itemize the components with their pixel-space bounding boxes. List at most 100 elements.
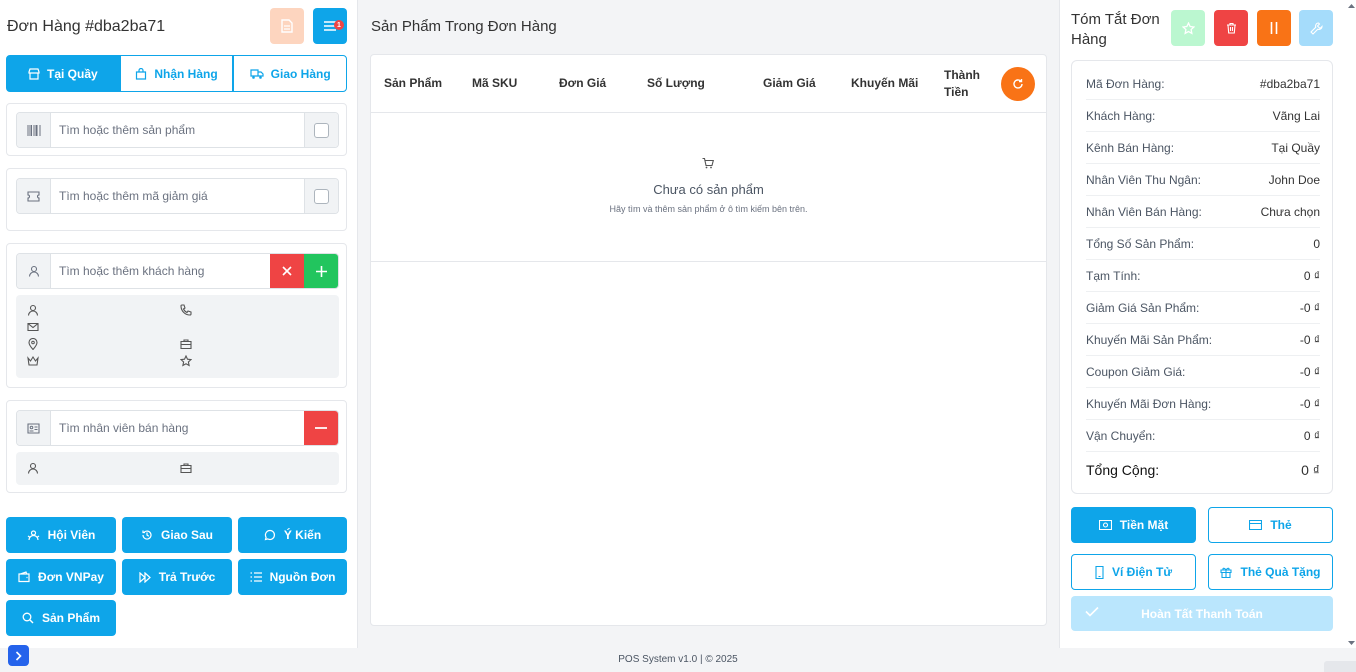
summary-row-order-promo: Khuyến Mãi Đơn Hàng: -0 ₫ xyxy=(1086,388,1320,420)
cart-title: Sản Phẩm Trong Đơn Hàng xyxy=(371,18,557,35)
summary-row-customer: Khách Hàng: Vãng Lai xyxy=(1086,100,1320,132)
row-label: Vận Chuyển: xyxy=(1086,428,1156,443)
document-icon xyxy=(281,19,293,33)
tab-label: Giao Hàng xyxy=(270,66,331,81)
product-search-checkbox[interactable] xyxy=(304,113,338,147)
pay-cash-label: Tiền Mặt xyxy=(1119,518,1169,532)
pay-gift-card-label: Thẻ Quà Tặng xyxy=(1240,565,1321,579)
feedback-button[interactable]: Ý Kiến xyxy=(238,517,347,553)
coupon-search-checkbox[interactable] xyxy=(304,179,338,213)
row-value: John Doe xyxy=(1268,172,1320,187)
pay-card-button[interactable]: Thẻ xyxy=(1208,507,1333,543)
row-value: -0 ₫ xyxy=(1299,396,1320,411)
order-list-button[interactable]: 1 xyxy=(313,8,347,44)
crown-icon xyxy=(27,355,39,367)
pay-gift-card-button[interactable]: Thẻ Quà Tặng xyxy=(1208,554,1333,590)
prepaid-button[interactable]: Trả Trước xyxy=(122,559,232,595)
plus-icon xyxy=(315,265,327,277)
deliver-later-button-label: Giao Sau xyxy=(160,528,213,542)
tab-tai-quay[interactable]: Tại Quầy xyxy=(6,55,120,92)
row-label: Giảm Giá Sản Phẩm: xyxy=(1086,300,1200,315)
cart-table: Sản Phẩm Mã SKU Đơn Giá Số Lượng Giảm Gi… xyxy=(370,54,1047,626)
barcode-icon xyxy=(17,113,51,147)
summary-row-cashier: Nhân Viên Thu Ngân: John Doe xyxy=(1086,164,1320,196)
summary-row-product-discount: Giảm Giá Sản Phẩm: -0 ₫ xyxy=(1086,292,1320,324)
staff-info-box xyxy=(16,452,339,485)
row-value: Vãng Lai xyxy=(1272,108,1320,123)
star-icon xyxy=(180,355,192,367)
tab-label: Nhận Hàng xyxy=(154,66,218,81)
remove-staff-button[interactable] xyxy=(304,411,338,445)
shopping-bag-icon xyxy=(135,67,147,80)
column-header: Thành Tiền xyxy=(944,68,980,99)
scroll-up-arrow[interactable] xyxy=(1347,0,1356,10)
row-label: Nhân Viên Thu Ngân: xyxy=(1086,172,1201,187)
clear-customer-button[interactable] xyxy=(270,254,304,288)
customer-search-field xyxy=(16,253,339,289)
store-icon xyxy=(28,67,40,80)
cash-icon xyxy=(1098,520,1112,530)
draft-order-button[interactable] xyxy=(270,8,304,44)
summary-row-subtotal: Tạm Tính: 0 ₫ xyxy=(1086,260,1320,292)
map-pin-icon xyxy=(27,338,39,350)
briefcase-icon xyxy=(180,338,192,350)
product-search-input[interactable] xyxy=(51,113,304,147)
scroll-down-arrow[interactable] xyxy=(1347,638,1356,648)
order-count-badge: 1 xyxy=(334,20,344,30)
summary-row-item-count: Tổng Số Sản Phẩm: 0 xyxy=(1086,228,1320,260)
members-button-label: Hội Viên xyxy=(47,528,96,542)
mobile-wallet-icon xyxy=(1095,565,1104,579)
refresh-icon xyxy=(1012,78,1024,90)
trash-icon xyxy=(1226,22,1237,34)
summary-row-total: Tổng Cộng: 0 ₫ xyxy=(1086,454,1320,486)
vnpay-order-button[interactable]: Đơn VNPay xyxy=(6,559,116,595)
coupon-search-input[interactable] xyxy=(51,179,304,213)
column-header: Số Lượng xyxy=(647,76,705,90)
pay-ewallet-button[interactable]: Ví Điện Tử xyxy=(1071,554,1196,590)
row-label: Kênh Bán Hàng: xyxy=(1086,140,1175,155)
customer-search-input[interactable] xyxy=(51,254,270,288)
mail-icon xyxy=(27,321,39,333)
summary-row-order-id: Mã Đơn Hàng: #dba2ba71 xyxy=(1086,68,1320,100)
column-header: Giảm Giá xyxy=(763,76,816,90)
members-button[interactable]: Hội Viên xyxy=(6,517,116,553)
phone-icon xyxy=(180,304,192,316)
order-source-button[interactable]: Nguồn Đơn xyxy=(238,559,347,595)
row-value: -0 ₫ xyxy=(1299,300,1320,315)
complete-payment-button[interactable]: Hoàn Tất Thanh Toán xyxy=(1071,596,1333,631)
staff-search-input[interactable] xyxy=(51,411,304,445)
sales-channel-tabs: Tại Quầy Nhận Hàng Giao Hàng xyxy=(6,55,348,92)
credit-card-icon xyxy=(1249,520,1263,530)
pause-order-button[interactable] xyxy=(1257,10,1291,46)
deliver-later-button[interactable]: Giao Sau xyxy=(122,517,232,553)
summary-row-coupon: Coupon Giảm Giá: -0 ₫ xyxy=(1086,356,1320,388)
tab-giao-hang[interactable]: Giao Hàng xyxy=(233,55,348,92)
summary-title: Tóm Tắt Đơn Hàng xyxy=(1071,11,1160,48)
refresh-cart-button[interactable] xyxy=(1001,67,1035,101)
user-icon xyxy=(27,462,39,474)
tab-nhan-hang[interactable]: Nhận Hàng xyxy=(119,55,234,92)
gift-icon xyxy=(1220,566,1233,578)
minus-icon xyxy=(315,427,327,429)
delete-order-button[interactable] xyxy=(1214,10,1248,46)
wallet-icon xyxy=(18,571,30,583)
cart-icon xyxy=(702,158,714,169)
tools-button[interactable] xyxy=(1299,10,1333,46)
products-button[interactable]: Sản Phẩm xyxy=(6,600,116,636)
row-label: Tạm Tính: xyxy=(1086,268,1141,283)
product-search-field xyxy=(16,112,339,148)
empty-cart-subtitle: Hãy tìm và thêm sản phẩm ở ô tìm kiếm bê… xyxy=(609,204,808,214)
add-customer-button[interactable] xyxy=(304,254,338,288)
pay-cash-button[interactable]: Tiền Mặt xyxy=(1071,507,1196,543)
prepaid-button-label: Trả Trước xyxy=(158,570,216,584)
check-icon xyxy=(1085,606,1099,617)
customer-card xyxy=(6,243,347,388)
truck-icon xyxy=(250,68,264,80)
favorite-order-button[interactable] xyxy=(1171,10,1205,46)
row-value: #dba2ba71 xyxy=(1259,76,1320,91)
summary-row-sales-staff: Nhân Viên Bán Hàng: Chưa chọn xyxy=(1086,196,1320,228)
staff-search-field xyxy=(16,410,339,446)
summary-row-channel: Kênh Bán Hàng: Tại Quầy xyxy=(1086,132,1320,164)
pay-card-label: Thẻ xyxy=(1270,518,1292,532)
coupon-search-field xyxy=(16,178,339,214)
